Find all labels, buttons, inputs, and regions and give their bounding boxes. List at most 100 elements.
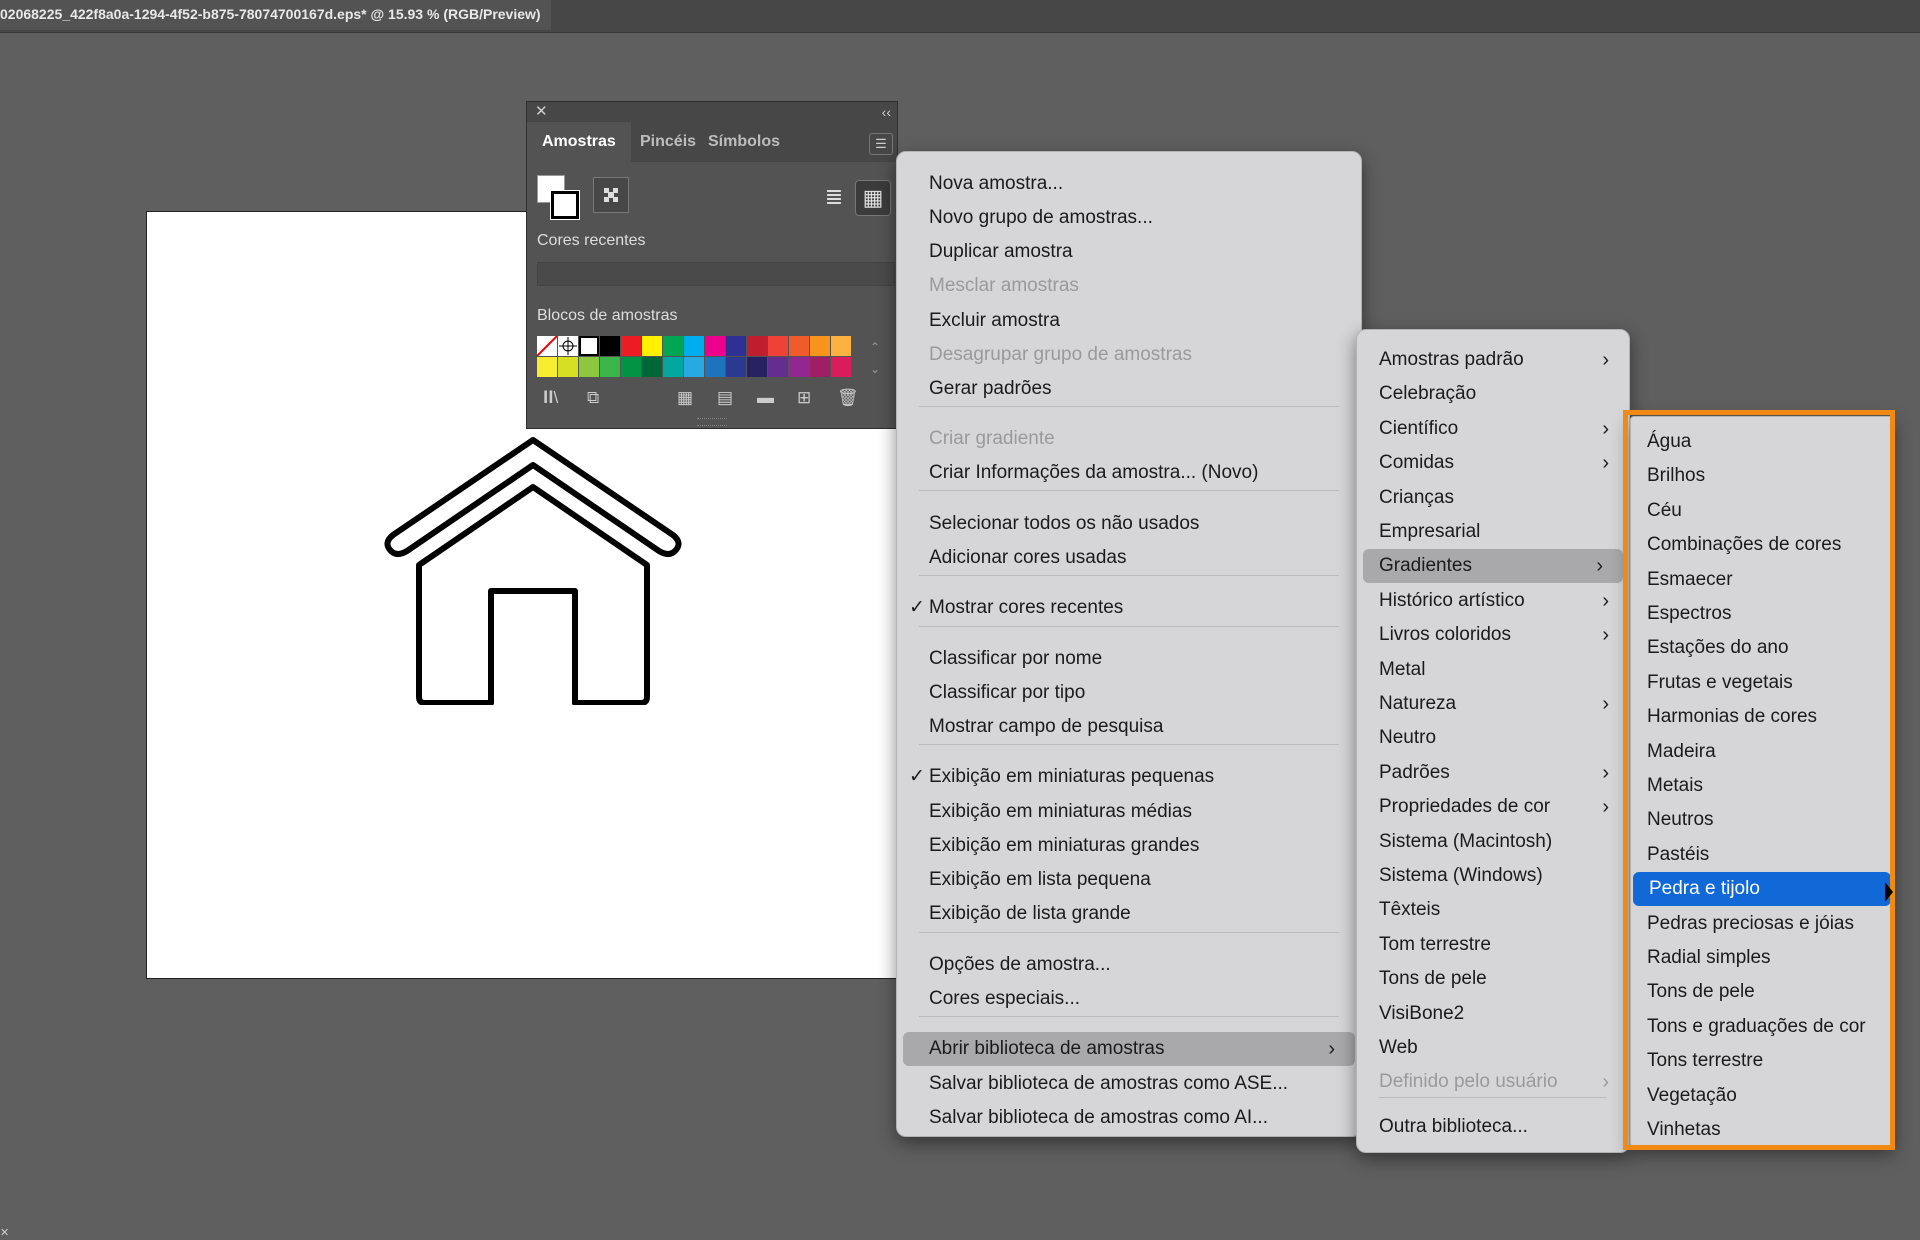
tab-simbolos[interactable]: Símbolos — [693, 122, 795, 162]
menu-item[interactable]: Opções de amostra... — [897, 948, 1361, 982]
menu-item[interactable]: Exibição de lista grande — [897, 897, 1361, 931]
swatch[interactable] — [642, 357, 662, 377]
swatch[interactable] — [579, 357, 599, 377]
library-menu-icon[interactable]: 𝐈𝐈\ — [543, 388, 558, 408]
trash-icon[interactable]: 🗑 — [837, 388, 859, 408]
gradient-library-item[interactable]: Combinações de cores — [1631, 528, 1893, 562]
menu-item[interactable]: Exibição em miniaturas grandes — [897, 829, 1361, 863]
gradient-library-item[interactable]: Tons e graduações de cor — [1631, 1010, 1893, 1044]
library-menu-item[interactable]: Gradientes › — [1363, 549, 1623, 584]
library-menu-item[interactable]: Tons de pele — [1357, 962, 1629, 996]
gradient-library-item[interactable]: Pedra e tijolo — [1633, 872, 1891, 907]
swatch[interactable] — [579, 336, 599, 356]
library-menu-item[interactable]: Científico › — [1357, 412, 1629, 446]
swatch[interactable] — [768, 336, 788, 356]
swatch[interactable] — [831, 336, 851, 356]
gradient-library-item[interactable]: Metais — [1631, 769, 1893, 803]
gradient-library-item[interactable]: Espectros — [1631, 597, 1893, 631]
gradient-library-item[interactable]: Brilhos — [1631, 459, 1893, 493]
swatch-scroll[interactable]: ⌃ ⌄ — [870, 336, 880, 380]
library-menu-item[interactable]: Comidas › — [1357, 446, 1629, 480]
library-menu-item[interactable]: Natureza › — [1357, 687, 1629, 721]
library-menu-item[interactable]: Livros coloridos › — [1357, 618, 1629, 652]
gradient-library-item[interactable]: Céu — [1631, 494, 1893, 528]
swatch[interactable] — [810, 357, 830, 377]
list-view-icon[interactable]: ≣ — [817, 180, 851, 214]
menu-item[interactable]: Criar Informações da amostra... (Novo) — [897, 456, 1361, 490]
library-menu-item[interactable]: Amostras padrão › — [1357, 343, 1629, 377]
library-menu-item[interactable]: Outra biblioteca... — [1357, 1110, 1629, 1144]
swatch[interactable] — [537, 357, 557, 377]
stroke-swatch[interactable] — [551, 191, 579, 219]
swatch[interactable] — [705, 357, 725, 377]
fill-stroke-control[interactable] — [537, 175, 579, 219]
gradient-library-item[interactable]: Madeira — [1631, 735, 1893, 769]
new-swatch-icon[interactable]: ⊞ — [797, 388, 811, 408]
grid-view-icon[interactable]: ▦ — [855, 180, 891, 216]
swatch[interactable] — [663, 336, 683, 356]
library-menu-item[interactable]: Crianças — [1357, 481, 1629, 515]
swatch[interactable] — [600, 357, 620, 377]
menu-item[interactable]: Nova amostra... — [897, 167, 1361, 201]
menu-item[interactable]: ✓ Exibição em miniaturas pequenas — [897, 760, 1361, 794]
swatch[interactable] — [705, 336, 725, 356]
gradient-library-item[interactable]: Radial simples — [1631, 941, 1893, 975]
menu-item[interactable]: Exibição em miniaturas médias — [897, 795, 1361, 829]
swatch[interactable] — [558, 357, 578, 377]
place-swatches-icon[interactable]: ⧉ — [587, 388, 599, 408]
library-menu-item[interactable]: Empresarial — [1357, 515, 1629, 549]
library-menu-item[interactable]: VisiBone2 — [1357, 997, 1629, 1031]
menu-item[interactable]: Cores especiais... — [897, 982, 1361, 1016]
gradient-library-item[interactable]: Pedras preciosas e jóias — [1631, 907, 1893, 941]
swatch[interactable] — [621, 336, 641, 356]
menu-item[interactable]: Selecionar todos os não usados — [897, 507, 1361, 541]
menu-item[interactable]: Classificar por tipo — [897, 676, 1361, 710]
library-menu-item[interactable]: Neutro — [1357, 721, 1629, 755]
document-tab[interactable]: 02068225_422f8a0a-1294-4f52-b875-7807470… — [0, 0, 551, 30]
library-menu-item[interactable]: Propriedades de cor › — [1357, 790, 1629, 824]
swatch[interactable] — [684, 336, 704, 356]
swatch[interactable] — [747, 336, 767, 356]
swatch[interactable] — [726, 357, 746, 377]
library-menu-item[interactable]: Padrões › — [1357, 756, 1629, 790]
house-icon[interactable] — [383, 435, 683, 705]
swatch[interactable] — [831, 357, 851, 377]
swatch[interactable] — [789, 336, 809, 356]
gradient-library-item[interactable]: Pastéis — [1631, 838, 1893, 872]
library-menu-item[interactable]: Metal — [1357, 653, 1629, 687]
swatch[interactable] — [789, 357, 809, 377]
new-group-folder-icon[interactable]: ▬ — [757, 388, 774, 408]
panel-menu-icon[interactable]: ☰ — [869, 133, 893, 155]
gradient-library-item[interactable]: Esmaecer — [1631, 563, 1893, 597]
menu-item[interactable]: Novo grupo de amostras... — [897, 201, 1361, 235]
gradient-library-item[interactable]: Neutros — [1631, 803, 1893, 837]
menu-item[interactable]: Classificar por nome — [897, 642, 1361, 676]
gradient-library-item[interactable]: Tons de pele — [1631, 975, 1893, 1009]
swatch[interactable] — [558, 336, 578, 356]
library-menu-item[interactable]: Sistema (Macintosh) — [1357, 825, 1629, 859]
swatch[interactable] — [621, 357, 641, 377]
menu-item[interactable]: Duplicar amostra — [897, 235, 1361, 269]
gradient-library-item[interactable]: Tons terrestre — [1631, 1044, 1893, 1078]
menu-item[interactable]: Mostrar campo de pesquisa — [897, 710, 1361, 744]
swatch[interactable] — [536, 335, 558, 357]
gradient-library-item[interactable]: Harmonias de cores — [1631, 700, 1893, 734]
menu-item[interactable]: Adicionar cores usadas — [897, 541, 1361, 575]
library-menu-item[interactable]: Têxteis — [1357, 893, 1629, 927]
gradient-library-item[interactable]: Água — [1631, 425, 1893, 459]
swatch-options-icon[interactable]: ▤ — [717, 388, 733, 408]
menu-item[interactable]: Excluir amostra — [897, 304, 1361, 338]
collapse-icon[interactable]: ‹‹ — [882, 102, 891, 122]
menu-item[interactable]: Abrir biblioteca de amostras › — [903, 1032, 1355, 1066]
swatch[interactable] — [747, 357, 767, 377]
swatch[interactable] — [810, 336, 830, 356]
menu-item[interactable]: Gerar padrões — [897, 372, 1361, 406]
menu-item[interactable]: Salvar biblioteca de amostras como AI... — [897, 1101, 1361, 1135]
swatch-kind-icon[interactable]: ▦ — [677, 388, 693, 408]
gradient-library-item[interactable]: Frutas e vegetais — [1631, 666, 1893, 700]
swatch[interactable] — [768, 357, 788, 377]
close-icon[interactable]: ✕ — [535, 102, 548, 122]
library-menu-item[interactable]: Celebração — [1357, 377, 1629, 411]
gradient-library-item[interactable]: Vegetação — [1631, 1079, 1893, 1113]
swatch[interactable] — [726, 336, 746, 356]
